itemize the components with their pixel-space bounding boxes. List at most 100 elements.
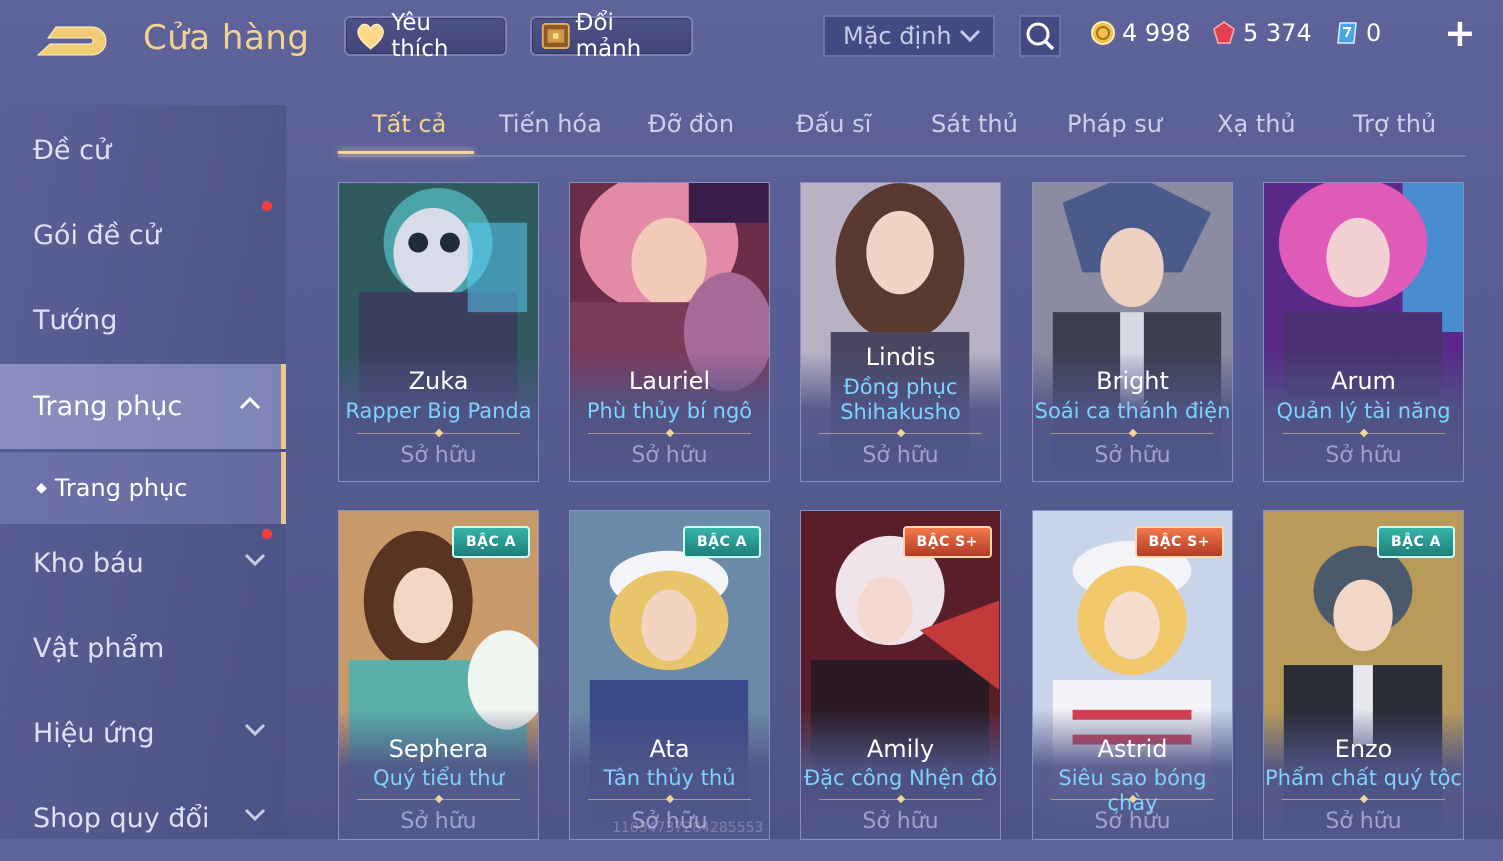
ownership-status: Sở hữu bbox=[400, 809, 477, 834]
ruby-balance: 5 374 bbox=[1211, 16, 1312, 50]
chevron-up-icon bbox=[239, 396, 261, 410]
page-title: Cửa hàng bbox=[143, 18, 310, 58]
ownership-status: Sở hữu bbox=[631, 443, 708, 468]
sidebar-item-label: Tướng bbox=[33, 305, 118, 336]
watermark-text: 11034737284285553 bbox=[612, 820, 764, 836]
skin-name: Phẩm chất quý tộc bbox=[1265, 766, 1462, 790]
top-bar: Cửa hàng Yêu thích Đổi mảnh Mặc định 4 9… bbox=[0, 0, 1503, 80]
search-icon bbox=[1026, 22, 1055, 51]
sidebar-item-label: Trang phục bbox=[33, 391, 183, 422]
chevron-down-icon bbox=[244, 553, 266, 567]
gold-balance: 4 998 bbox=[1090, 16, 1191, 50]
sidebar-item-heroes[interactable]: Tướng bbox=[0, 278, 286, 363]
ownership-status: Sở hữu bbox=[1325, 443, 1402, 468]
skin-card[interactable]: BẬC A Enzo Phẩm chất quý tộc Sở hữu bbox=[1263, 510, 1464, 840]
skin-card[interactable]: Lauriel Phù thủy bí ngô Sở hữu bbox=[569, 182, 770, 482]
skin-name: Tân thủy thủ bbox=[603, 766, 736, 790]
ruby-icon bbox=[1213, 21, 1235, 44]
skin-name: Đồng phục Shihakusho bbox=[840, 375, 961, 424]
sidebar-item-recommended-packs[interactable]: Gói đề cử bbox=[0, 193, 286, 278]
back-button[interactable] bbox=[34, 22, 110, 62]
hero-name: Ata bbox=[649, 735, 690, 763]
gold-coin-icon bbox=[1091, 21, 1115, 45]
skin-card[interactable]: BẬC A Sephera Quý tiểu thư Sở hữu bbox=[338, 510, 539, 840]
hero-name: Astrid bbox=[1097, 735, 1168, 763]
exchange-label: Đổi mảnh bbox=[575, 10, 642, 62]
sidebar-item-label: Hiệu ứng bbox=[33, 718, 155, 749]
gold-value: 4 998 bbox=[1122, 19, 1191, 47]
add-currency-button[interactable]: + bbox=[1444, 14, 1476, 52]
sidebar-item-skins[interactable]: Trang phục bbox=[0, 364, 286, 449]
hero-name: Sephera bbox=[388, 735, 489, 763]
skin-name: Đặc công Nhện đỏ bbox=[803, 766, 998, 790]
sidebar-item-effects[interactable]: Hiệu ứng bbox=[0, 691, 286, 776]
category-tabs: Tất cả Tiến hóa Đỡ đòn Đấu sĩ Sát thủ Ph… bbox=[338, 100, 1466, 157]
tier-badge: BẬC A bbox=[683, 526, 761, 558]
tab-evolution[interactable]: Tiến hóa bbox=[499, 110, 602, 138]
voucher-value: 0 bbox=[1366, 19, 1382, 47]
skin-card[interactable]: Lindis Đồng phục Shihakusho Sở hữu bbox=[800, 182, 1001, 482]
back-arrow-icon bbox=[36, 26, 107, 56]
skin-card[interactable]: Zuka Rapper Big Panda Sở hữu bbox=[338, 182, 539, 482]
hero-name: Zuka bbox=[408, 367, 469, 395]
voucher-balance: 0 bbox=[1334, 16, 1381, 50]
sidebar-subitem-label: Trang phục bbox=[54, 474, 188, 502]
sort-label: Mặc định bbox=[843, 22, 952, 50]
sidebar-item-items[interactable]: Vật phẩm bbox=[0, 606, 286, 691]
sidebar-item-recommended[interactable]: Đề cử bbox=[0, 108, 286, 193]
skin-name: Soái ca thánh điện bbox=[1034, 399, 1231, 423]
sort-dropdown[interactable]: Mặc định bbox=[823, 15, 995, 57]
ruby-value: 5 374 bbox=[1243, 19, 1312, 47]
skin-name: Quý tiểu thư bbox=[373, 766, 504, 790]
tier-badge: BẬC A bbox=[1377, 526, 1455, 558]
sidebar-subitem-skins[interactable]: ◆ Trang phục bbox=[0, 452, 286, 524]
chevron-down-icon bbox=[244, 723, 266, 737]
ownership-status: Sở hữu bbox=[1094, 809, 1171, 834]
tab-marksman[interactable]: Xạ thủ bbox=[1217, 110, 1296, 138]
bullet-icon: ◆ bbox=[36, 480, 47, 496]
voucher-icon bbox=[1337, 22, 1357, 44]
sidebar-item-exchange-shop[interactable]: Shop quy đổi bbox=[0, 776, 286, 861]
tab-support[interactable]: Trợ thủ bbox=[1353, 110, 1436, 138]
notification-dot bbox=[262, 529, 272, 539]
exchange-shards-button[interactable]: Đổi mảnh bbox=[530, 10, 693, 62]
heart-icon bbox=[357, 23, 384, 50]
tab-assassin[interactable]: Sát thủ bbox=[931, 110, 1018, 138]
treasure-chest-icon bbox=[541, 22, 570, 50]
active-tab-indicator bbox=[338, 151, 474, 154]
tier-badge: BẬC A bbox=[452, 526, 530, 558]
tier-badge: BẬC S+ bbox=[1134, 526, 1224, 558]
hero-name: Bright bbox=[1096, 367, 1169, 395]
ownership-status: Sở hữu bbox=[1094, 443, 1171, 468]
sidebar-item-label: Đề cử bbox=[33, 135, 112, 166]
tab-mage[interactable]: Pháp sư bbox=[1067, 110, 1162, 138]
skin-card[interactable]: BẬC S+ Astrid Siêu sao bóng chày Sở hữu bbox=[1032, 510, 1233, 840]
tab-fighter[interactable]: Đấu sĩ bbox=[796, 110, 871, 138]
tier-badge: BẬC S+ bbox=[902, 526, 992, 558]
sidebar-item-label: Shop quy đổi bbox=[33, 803, 210, 834]
hero-name: Arum bbox=[1331, 367, 1396, 395]
skin-card[interactable]: Bright Soái ca thánh điện Sở hữu bbox=[1032, 182, 1233, 482]
tab-tank[interactable]: Đỡ đòn bbox=[648, 110, 734, 138]
sidebar-item-label: Kho báu bbox=[33, 548, 144, 579]
skin-card[interactable]: Arum Quản lý tài năng Sở hữu bbox=[1263, 182, 1464, 482]
skin-card[interactable]: BẬC S+ Amily Đặc công Nhện đỏ Sở hữu bbox=[800, 510, 1001, 840]
hero-name: Lindis bbox=[865, 343, 936, 371]
tab-all[interactable]: Tất cả bbox=[372, 110, 446, 138]
ownership-status: Sở hữu bbox=[400, 443, 477, 468]
sidebar-item-label: Vật phẩm bbox=[33, 633, 165, 664]
skin-name: Phù thủy bí ngô bbox=[586, 399, 753, 423]
sidebar-item-label: Gói đề cử bbox=[33, 220, 161, 251]
skin-name: Quản lý tài năng bbox=[1276, 399, 1451, 423]
chevron-down-icon bbox=[959, 29, 981, 43]
ownership-status: Sở hữu bbox=[862, 443, 939, 468]
search-button[interactable] bbox=[1019, 15, 1061, 57]
notification-dot bbox=[262, 201, 272, 211]
favorites-button[interactable]: Yêu thích bbox=[344, 10, 507, 62]
favorites-label: Yêu thích bbox=[391, 10, 449, 62]
sidebar-item-treasure[interactable]: Kho báu bbox=[0, 521, 286, 606]
hero-name: Lauriel bbox=[628, 367, 711, 395]
ownership-status: Sở hữu bbox=[1325, 809, 1402, 834]
skin-card[interactable]: BẬC A Ata Tân thủy thủ Sở hữu bbox=[569, 510, 770, 840]
chevron-down-icon bbox=[244, 808, 266, 822]
